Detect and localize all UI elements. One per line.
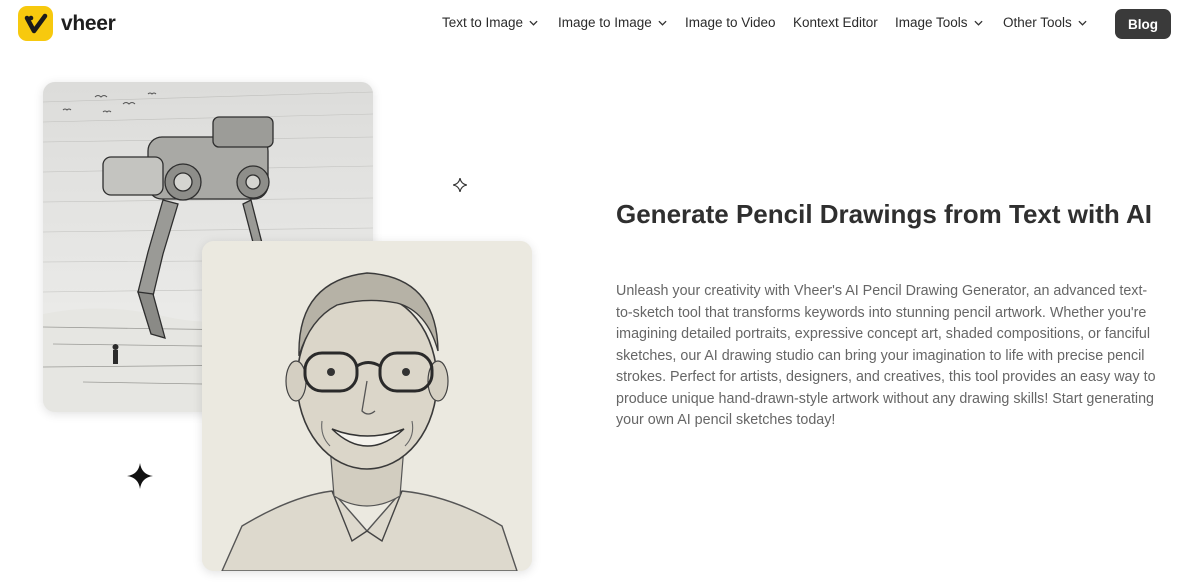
chevron-down-icon [529, 20, 538, 26]
blog-button[interactable]: Blog [1115, 9, 1171, 39]
nav-label: Other Tools [1003, 15, 1072, 30]
nav-kontext-editor[interactable]: Kontext Editor [793, 15, 878, 30]
nav-other-tools[interactable]: Other Tools [1003, 15, 1087, 30]
hero-description: Unleash your creativity with Vheer's AI … [616, 283, 1156, 428]
nav-label: Image to Image [558, 15, 652, 30]
nav-label: Image Tools [895, 15, 968, 30]
page-title: Generate Pencil Drawings from Text with … [616, 199, 1153, 229]
portrait-sketch-image [202, 241, 532, 571]
brand-logo[interactable]: vheer [18, 6, 116, 41]
four-point-star-icon [127, 463, 153, 489]
v-checkmark-icon [18, 6, 53, 41]
nav-label: Text to Image [442, 15, 524, 30]
chevron-down-icon [658, 20, 667, 26]
nav-image-tools[interactable]: Image Tools [895, 15, 983, 30]
nav-image-to-image[interactable]: Image to Image [558, 15, 667, 30]
four-point-star-icon [453, 178, 467, 192]
brand-name: vheer [61, 11, 116, 35]
chevron-down-icon [973, 20, 983, 26]
site-header: vheer Text to Image Image to Image Image… [0, 0, 1186, 48]
chevron-down-icon [1078, 20, 1087, 26]
nav-image-to-video[interactable]: Image to Video [685, 15, 776, 30]
nav-text-to-image[interactable]: Text to Image [442, 15, 538, 30]
nav-label: Kontext Editor [793, 15, 878, 30]
nav-label: Image to Video [685, 15, 776, 30]
